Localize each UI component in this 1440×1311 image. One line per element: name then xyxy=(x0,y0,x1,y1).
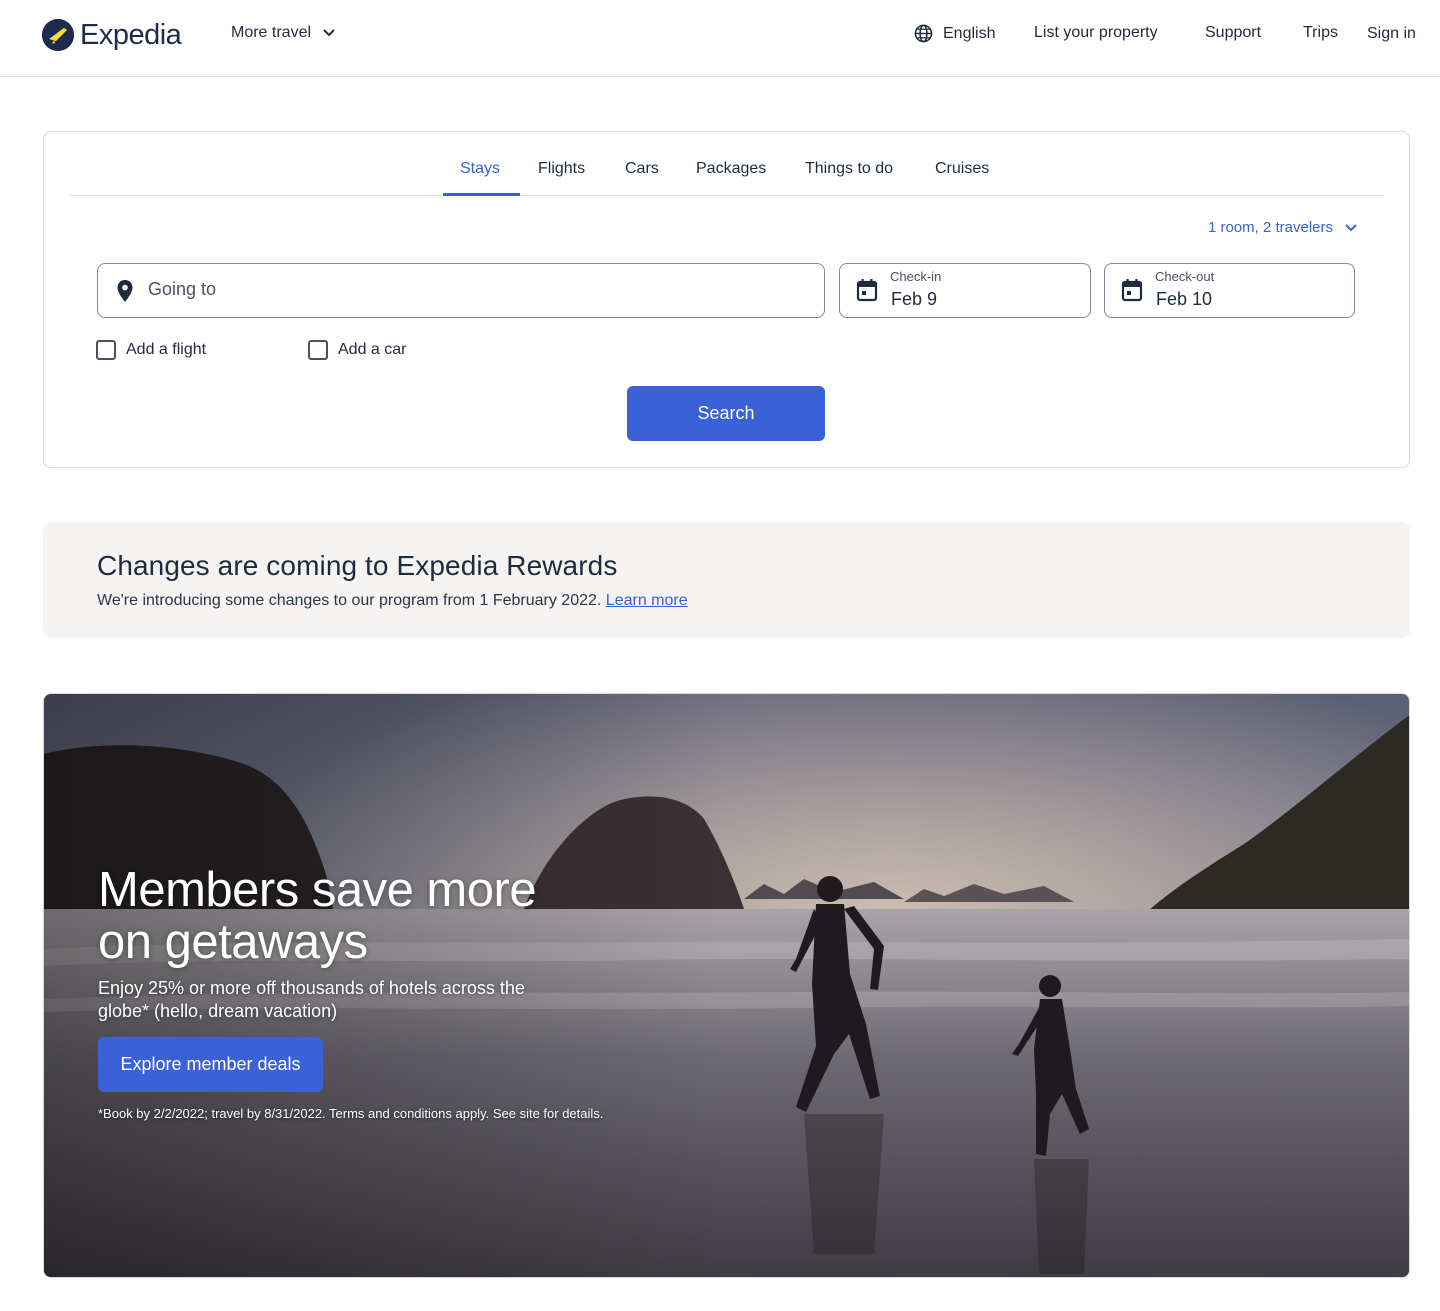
check-out-field[interactable]: Check-out Feb 10 xyxy=(1104,263,1355,318)
chevron-down-icon xyxy=(323,24,335,42)
expedia-logo[interactable]: Expedia xyxy=(42,18,182,52)
globe-icon xyxy=(914,24,933,43)
destination-input[interactable]: Going to xyxy=(97,263,825,318)
add-flight-label: Add a flight xyxy=(126,341,207,358)
list-property-link[interactable]: List your property xyxy=(1034,24,1158,42)
rewards-banner: Changes are coming to Expedia Rewards We… xyxy=(43,522,1410,638)
destination-placeholder: Going to xyxy=(148,279,217,299)
hero-headline: Members save more on getaways xyxy=(98,863,537,969)
more-travel-menu[interactable]: More travel xyxy=(231,24,335,42)
add-flight-checkbox[interactable]: Add a flight xyxy=(96,340,206,360)
language-label: English xyxy=(943,24,996,42)
more-travel-label: More travel xyxy=(231,24,312,41)
trips-link[interactable]: Trips xyxy=(1303,24,1338,42)
hero-fine-print: *Book by 2/2/2022; travel by 8/31/2022. … xyxy=(98,1106,604,1121)
check-in-label: Check-in xyxy=(890,269,942,284)
language-selector[interactable]: English xyxy=(914,24,995,43)
travelers-label: 1 room, 2 travelers xyxy=(1207,219,1333,236)
tab-cars[interactable]: Cars xyxy=(625,160,659,178)
tab-things-to-do[interactable]: Things to do xyxy=(805,160,893,178)
brand-name: Expedia xyxy=(80,18,182,51)
check-in-field[interactable]: Check-in Feb 9 xyxy=(839,263,1091,318)
sign-in-link[interactable]: Sign in xyxy=(1367,25,1416,43)
member-deals-hero: Members save more on getaways Enjoy 25% … xyxy=(43,693,1410,1278)
add-car-checkbox[interactable]: Add a car xyxy=(308,340,406,360)
rewards-text: We're introducing some changes to our pr… xyxy=(97,592,602,609)
chevron-down-icon xyxy=(1345,219,1357,236)
map-pin-icon xyxy=(116,279,134,308)
rewards-title: Changes are coming to Expedia Rewards xyxy=(97,550,618,581)
explore-member-deals-button[interactable]: Explore member deals xyxy=(98,1037,323,1092)
checkbox-icon xyxy=(96,340,116,360)
checkbox-icon xyxy=(308,340,328,360)
add-car-label: Add a car xyxy=(338,341,407,358)
support-link[interactable]: Support xyxy=(1205,24,1261,42)
rewards-message: We're introducing some changes to our pr… xyxy=(97,592,688,610)
travelers-selector[interactable]: 1 room, 2 travelers xyxy=(1208,219,1357,236)
check-in-value: Feb 9 xyxy=(891,289,938,309)
calendar-icon xyxy=(1121,278,1143,307)
check-out-label: Check-out xyxy=(1155,269,1215,284)
calendar-icon xyxy=(856,278,878,307)
hero-subtitle: Enjoy 25% or more off thousands of hotel… xyxy=(98,978,525,1021)
search-button[interactable]: Search xyxy=(627,386,825,441)
active-tab-indicator xyxy=(443,193,520,196)
tab-flights[interactable]: Flights xyxy=(538,160,585,178)
check-out-value: Feb 10 xyxy=(1156,289,1213,309)
plane-globe-icon xyxy=(42,19,74,51)
tab-cruises[interactable]: Cruises xyxy=(935,160,989,178)
site-header: Expedia More travel English List your pr… xyxy=(0,0,1440,77)
tab-packages[interactable]: Packages xyxy=(696,160,766,178)
tab-stays[interactable]: Stays xyxy=(460,160,500,178)
learn-more-link[interactable]: Learn more xyxy=(606,592,688,609)
search-form-card: Stays Flights Cars Packages Things to do… xyxy=(43,131,1410,468)
search-tabs: Stays Flights Cars Packages Things to do… xyxy=(70,132,1384,196)
